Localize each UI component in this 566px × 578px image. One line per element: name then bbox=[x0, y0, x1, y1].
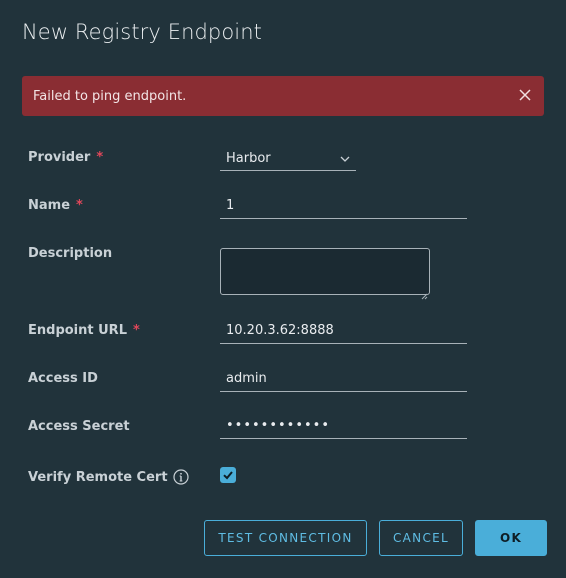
name-label-text: Name bbox=[28, 198, 71, 213]
description-textarea[interactable] bbox=[220, 248, 430, 300]
description-label: Description bbox=[28, 246, 112, 261]
name-input[interactable] bbox=[220, 193, 467, 219]
access-id-label-text: Access ID bbox=[28, 371, 98, 386]
required-mark: * bbox=[96, 150, 104, 165]
error-alert: Failed to ping endpoint. bbox=[22, 76, 544, 116]
provider-select[interactable]: Harbor bbox=[220, 146, 356, 171]
required-mark: * bbox=[76, 198, 83, 213]
endpoint-url-input[interactable] bbox=[220, 318, 467, 344]
provider-label: Provider * bbox=[28, 150, 103, 165]
provider-label-text: Provider bbox=[28, 150, 91, 165]
endpoint-url-label: Endpoint URL * bbox=[28, 323, 140, 338]
endpoint-url-label-text: Endpoint URL bbox=[28, 323, 127, 338]
cancel-button[interactable]: CANCEL bbox=[379, 520, 463, 556]
access-secret-label-text: Access Secret bbox=[28, 419, 130, 434]
access-secret-label: Access Secret bbox=[28, 419, 130, 434]
verify-remote-cert-checkbox[interactable] bbox=[220, 467, 236, 483]
dialog-title: New Registry Endpoint bbox=[22, 20, 262, 44]
description-label-text: Description bbox=[28, 246, 113, 261]
checkmark-icon bbox=[223, 471, 233, 480]
required-mark: * bbox=[132, 323, 140, 338]
access-id-label: Access ID bbox=[28, 371, 98, 386]
test-connection-button[interactable]: TEST CONNECTION bbox=[204, 520, 367, 556]
name-label: Name * bbox=[28, 198, 83, 213]
resize-grip-icon[interactable] bbox=[420, 285, 428, 300]
verify-remote-cert-label-text: Verify Remote Cert bbox=[28, 469, 168, 485]
access-id-input[interactable] bbox=[220, 366, 467, 392]
alert-message: Failed to ping endpoint. bbox=[33, 88, 187, 104]
provider-select-value: Harbor bbox=[226, 150, 271, 166]
verify-remote-cert-label: Verify Remote Cert bbox=[28, 469, 189, 485]
close-icon[interactable] bbox=[516, 86, 534, 104]
ok-button[interactable]: OK bbox=[475, 520, 547, 556]
chevron-down-icon bbox=[340, 153, 350, 163]
registry-endpoint-dialog: New Registry Endpoint Failed to ping end… bbox=[0, 0, 566, 578]
info-icon[interactable] bbox=[172, 469, 189, 485]
access-secret-input[interactable] bbox=[220, 413, 467, 439]
